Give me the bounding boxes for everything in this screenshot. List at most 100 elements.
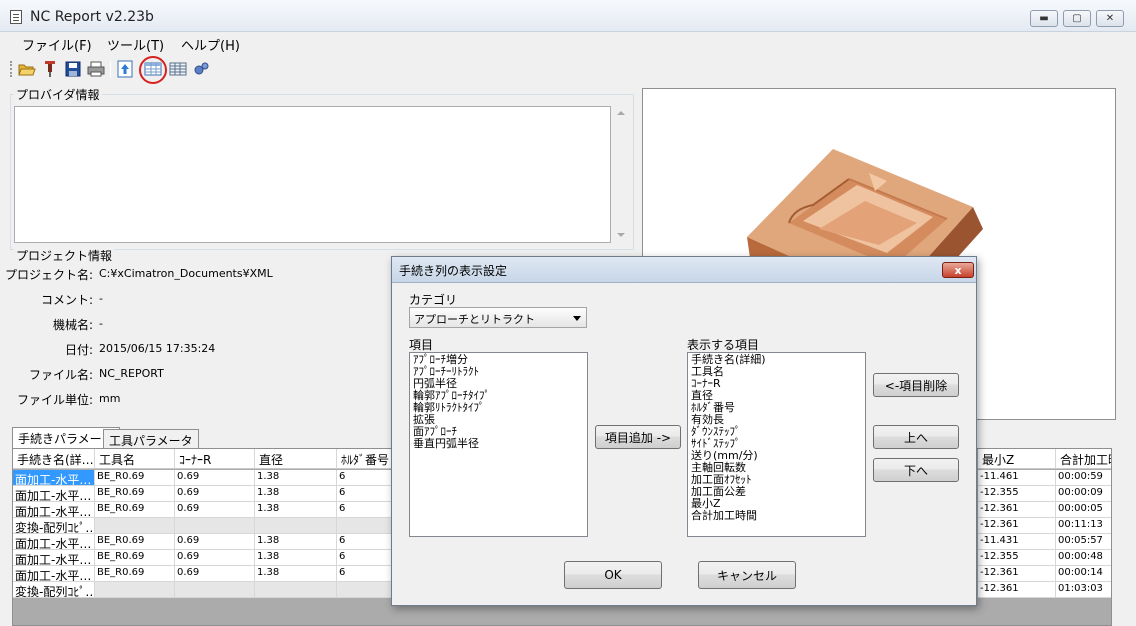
total-time-cell[interactable]: 01:03:03 <box>1056 582 1111 598</box>
provider-scrollbar[interactable] <box>612 106 629 243</box>
table-row-right[interactable]: -12.361 00:11:13 <box>978 518 1111 534</box>
table-row-right[interactable]: -12.355 00:00:48 <box>978 550 1111 566</box>
column-header-corner-r[interactable]: ｺｰﾅｰR <box>175 449 255 469</box>
total-time-cell[interactable]: 00:00:48 <box>1056 550 1111 566</box>
shown-item[interactable]: ｺｰﾅｰR <box>691 378 862 390</box>
table-row[interactable]: 面加工-水平… BE_R0.69 0.69 1.38 6 <box>13 502 393 518</box>
cancel-button[interactable]: キャンセル <box>698 561 796 589</box>
maximize-button[interactable]: ▢ <box>1063 10 1091 27</box>
corner-r-cell[interactable] <box>175 582 255 598</box>
settings-icon[interactable] <box>191 59 211 79</box>
menu-help[interactable]: ヘルプ(H) <box>181 35 240 54</box>
tab-tool-params[interactable]: 工具パラメータ <box>103 429 199 449</box>
open-folder-icon[interactable] <box>17 59 37 79</box>
add-item-button[interactable]: 項目追加 -> <box>595 425 681 449</box>
table-row[interactable]: 面加工-水平… BE_R0.69 0.69 1.38 6 <box>13 470 393 486</box>
holder-cell[interactable]: 6 <box>337 550 393 566</box>
min-z-cell[interactable]: -11.461 <box>978 470 1056 486</box>
table-icon[interactable] <box>168 59 188 79</box>
procedure-name-cell[interactable]: 面加工-水平… <box>13 566 95 582</box>
holder-cell[interactable]: 6 <box>337 486 393 502</box>
procedure-name-cell[interactable]: 面加工-水平… <box>13 486 95 502</box>
total-time-cell[interactable]: 00:05:57 <box>1056 534 1111 550</box>
move-down-button[interactable]: 下へ <box>873 458 959 482</box>
column-header-total-time[interactable]: 合計加工時 <box>1056 449 1111 469</box>
corner-r-cell[interactable]: 0.69 <box>175 534 255 550</box>
procedure-name-cell[interactable]: 面加工-水平… <box>13 534 95 550</box>
menu-file[interactable]: ファイル(F) <box>22 35 92 54</box>
min-z-cell[interactable]: -12.355 <box>978 550 1056 566</box>
pin-icon[interactable] <box>40 59 60 79</box>
scroll-down-arrow-icon[interactable] <box>617 233 625 237</box>
holder-cell[interactable]: 6 <box>337 502 393 518</box>
total-time-cell[interactable]: 00:00:59 <box>1056 470 1111 486</box>
column-header-procedure[interactable]: 手続き名(詳… <box>13 449 95 469</box>
holder-cell[interactable] <box>337 518 393 534</box>
diameter-cell[interactable]: 1.38 <box>255 534 337 550</box>
move-up-button[interactable]: 上へ <box>873 425 959 449</box>
tool-name-cell[interactable]: BE_R0.69 <box>95 470 175 486</box>
print-icon[interactable] <box>86 59 106 79</box>
tool-name-cell[interactable]: BE_R0.69 <box>95 550 175 566</box>
holder-cell[interactable]: 6 <box>337 566 393 582</box>
tool-name-cell[interactable]: BE_R0.69 <box>95 534 175 550</box>
holder-cell[interactable]: 6 <box>337 470 393 486</box>
close-button[interactable]: ✕ <box>1096 10 1124 27</box>
tool-name-cell[interactable]: BE_R0.69 <box>95 502 175 518</box>
ok-button[interactable]: OK <box>564 561 662 589</box>
min-z-cell[interactable]: -12.361 <box>978 582 1056 598</box>
tool-name-cell[interactable] <box>95 518 175 534</box>
min-z-cell[interactable]: -12.361 <box>978 566 1056 582</box>
dialog-close-button[interactable]: x <box>942 262 974 278</box>
shown-items-list[interactable]: 手続き名(詳細) 工具名 ｺｰﾅｰR 直径 ﾎﾙﾀﾞ番号 有効長 ﾀﾞｳﾝｽﾃｯﾌﾟ ｻｲﾄﾞ… <box>687 352 866 537</box>
diameter-cell[interactable] <box>255 582 337 598</box>
procedure-name-cell[interactable]: 面加工-水平… <box>13 470 95 486</box>
table-row[interactable]: 面加工-水平… BE_R0.69 0.69 1.38 6 <box>13 486 393 502</box>
table-row[interactable]: 変換-配列ｺﾋﾟ… <box>13 582 393 598</box>
procedure-name-cell[interactable]: 変換-配列ｺﾋﾟ… <box>13 582 95 598</box>
save-icon[interactable] <box>63 59 83 79</box>
table-row[interactable]: 変換-配列ｺﾋﾟ… <box>13 518 393 534</box>
tool-name-cell[interactable]: BE_R0.69 <box>95 566 175 582</box>
table-row[interactable]: 面加工-水平… BE_R0.69 0.69 1.38 6 <box>13 566 393 582</box>
total-time-cell[interactable]: 00:11:13 <box>1056 518 1111 534</box>
table-row-right[interactable]: -12.361 00:00:05 <box>978 502 1111 518</box>
menu-tools[interactable]: ツール(T) <box>107 35 164 54</box>
category-dropdown[interactable]: アプローチとリトラクト <box>409 307 587 328</box>
available-items-list[interactable]: ｱﾌﾟﾛｰﾁ増分 ｱﾌﾟﾛｰﾁｰﾘﾄﾗｸﾄ 円弧半径 輪郭ｱﾌﾟﾛｰﾁﾀｲﾌﾟ 輪郭ﾘﾄ… <box>409 352 588 537</box>
procedure-name-cell[interactable]: 変換-配列ｺﾋﾟ… <box>13 518 95 534</box>
procedure-name-cell[interactable]: 面加工-水平… <box>13 550 95 566</box>
corner-r-cell[interactable]: 0.69 <box>175 550 255 566</box>
table-row-right[interactable]: -12.361 00:00:14 <box>978 566 1111 582</box>
total-time-cell[interactable]: 00:00:05 <box>1056 502 1111 518</box>
table-row-right[interactable]: -12.355 00:00:09 <box>978 486 1111 502</box>
table-row-right[interactable]: -11.461 00:00:59 <box>978 470 1111 486</box>
column-header-holder[interactable]: ﾎﾙﾀﾞ番号 <box>337 449 393 469</box>
corner-r-cell[interactable]: 0.69 <box>175 470 255 486</box>
table-row-right[interactable]: -11.431 00:05:57 <box>978 534 1111 550</box>
min-z-cell[interactable]: -12.361 <box>978 502 1056 518</box>
min-z-cell[interactable]: -12.355 <box>978 486 1056 502</box>
diameter-cell[interactable]: 1.38 <box>255 502 337 518</box>
tool-name-cell[interactable]: BE_R0.69 <box>95 486 175 502</box>
diameter-cell[interactable]: 1.38 <box>255 486 337 502</box>
corner-r-cell[interactable]: 0.69 <box>175 502 255 518</box>
shown-item[interactable]: 合計加工時間 <box>691 510 862 522</box>
total-time-cell[interactable]: 00:00:14 <box>1056 566 1111 582</box>
scroll-up-arrow-icon[interactable] <box>617 111 625 115</box>
diameter-cell[interactable]: 1.38 <box>255 566 337 582</box>
minimize-button[interactable]: ▬ <box>1030 10 1058 27</box>
column-header-tool[interactable]: 工具名 <box>95 449 175 469</box>
procedure-name-cell[interactable]: 面加工-水平… <box>13 502 95 518</box>
provider-text-area[interactable] <box>14 106 611 243</box>
diameter-cell[interactable] <box>255 518 337 534</box>
available-item[interactable]: 輪郭ﾘﾄﾗｸﾄﾀｲﾌﾟ <box>413 402 584 414</box>
remove-item-button[interactable]: <-項目削除 <box>873 373 959 397</box>
corner-r-cell[interactable]: 0.69 <box>175 486 255 502</box>
min-z-cell[interactable]: -12.361 <box>978 518 1056 534</box>
holder-cell[interactable]: 6 <box>337 534 393 550</box>
table-row-right[interactable]: -12.361 01:03:03 <box>978 582 1111 598</box>
holder-cell[interactable] <box>337 582 393 598</box>
corner-r-cell[interactable]: 0.69 <box>175 566 255 582</box>
table-row[interactable]: 面加工-水平… BE_R0.69 0.69 1.38 6 <box>13 534 393 550</box>
